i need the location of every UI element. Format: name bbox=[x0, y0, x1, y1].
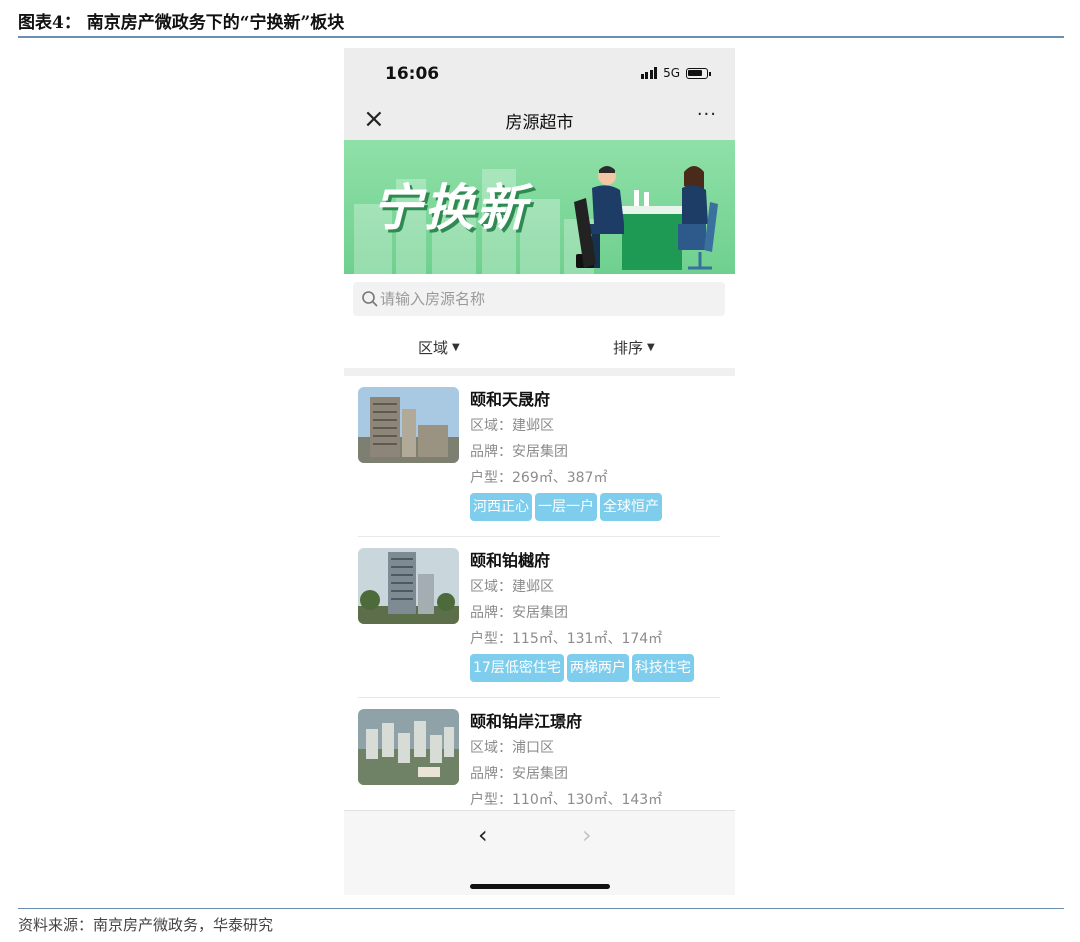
tag-group: 17层低密住宅 两梯两户 科技住宅 bbox=[470, 654, 720, 682]
banner[interactable]: 宁换新 bbox=[344, 140, 735, 274]
feature-tag: 两梯两户 bbox=[566, 654, 629, 682]
back-button[interactable]: ‹ bbox=[478, 821, 488, 849]
list-item[interactable]: 颐和铂樾府 区域：建邺区 品牌：安居集团 户型：115㎡、131㎡、174㎡ 1… bbox=[358, 548, 720, 698]
listing-layout: 户型：269㎡、387㎡ bbox=[470, 470, 608, 486]
caret-down-icon: ▼ bbox=[452, 342, 460, 353]
caret-down-icon: ▼ bbox=[647, 342, 655, 353]
feature-tag: 一层一户 bbox=[535, 493, 597, 521]
listing-district: 区域：浦口区 bbox=[470, 740, 554, 756]
property-image bbox=[358, 387, 459, 463]
listing-brand: 品牌：安居集团 bbox=[470, 605, 568, 621]
property-image bbox=[358, 548, 459, 624]
home-indicator[interactable] bbox=[470, 884, 610, 889]
network-label: 5G bbox=[663, 66, 680, 80]
list-divider bbox=[358, 536, 720, 537]
status-time: 16:06 bbox=[385, 64, 440, 84]
tag-group: 河西正心 一层一户 全球恒产 bbox=[470, 493, 720, 521]
listing-district: 区域：建邺区 bbox=[470, 579, 554, 595]
source-note: 资料来源：南京房产微政务，华泰研究 bbox=[18, 916, 274, 934]
battery-icon bbox=[686, 67, 711, 79]
sort-filter-label: 排序 bbox=[613, 339, 644, 357]
listing-name: 颐和铂樾府 bbox=[470, 551, 551, 570]
list-divider bbox=[358, 697, 720, 698]
status-bar: 16:06 5G bbox=[344, 48, 735, 98]
search-icon bbox=[362, 291, 378, 307]
search-input[interactable] bbox=[380, 282, 710, 316]
feature-tag: 全球恒产 bbox=[600, 493, 662, 521]
bottom-nav-bar: ‹ › bbox=[344, 810, 735, 895]
region-filter[interactable]: 区域 ▼ bbox=[418, 337, 460, 358]
signal-icon bbox=[640, 67, 658, 79]
bottom-rule bbox=[18, 908, 1064, 909]
list-item[interactable]: 颐和铂岸江璟府 区域：浦口区 品牌：安居集团 户型：110㎡、130㎡、143㎡ bbox=[358, 709, 720, 809]
nav-bar: × 房源超市 ··· bbox=[344, 98, 735, 140]
page-title: 房源超市 bbox=[505, 113, 574, 133]
region-filter-label: 区域 bbox=[418, 339, 449, 357]
top-rule bbox=[18, 36, 1064, 38]
sort-filter[interactable]: 排序 ▼ bbox=[613, 337, 655, 358]
office-illustration bbox=[574, 166, 718, 270]
filter-bar: 区域 ▼ 排序 ▼ bbox=[344, 328, 735, 366]
forward-button[interactable]: › bbox=[582, 821, 592, 849]
listing-layout: 户型：115㎡、131㎡、174㎡ bbox=[470, 631, 663, 647]
listing-district: 区域：建邺区 bbox=[470, 418, 554, 434]
listing-name: 颐和铂岸江璟府 bbox=[470, 712, 583, 731]
banner-text: 宁换新 bbox=[372, 179, 528, 237]
listing-brand: 品牌：安居集团 bbox=[470, 766, 568, 782]
phone-screen: 16:06 5G × 房源超市 ··· 宁换新 请输入房源名称 区域 ▼ 排序 … bbox=[344, 48, 735, 895]
section-divider bbox=[344, 368, 735, 376]
feature-tag: 17层低密住宅 bbox=[470, 654, 564, 682]
more-icon[interactable]: ··· bbox=[697, 104, 717, 125]
feature-tag: 科技住宅 bbox=[631, 654, 694, 682]
listing-name: 颐和天晟府 bbox=[470, 390, 551, 409]
list-item[interactable]: 颐和天晟府 区域：建邺区 品牌：安居集团 户型：269㎡、387㎡ 河西正心 一… bbox=[358, 387, 720, 537]
listing-brand: 品牌：安居集团 bbox=[470, 444, 568, 460]
status-indicators: 5G bbox=[640, 66, 711, 80]
search-bar[interactable] bbox=[353, 282, 725, 316]
property-image bbox=[358, 709, 459, 785]
feature-tag: 河西正心 bbox=[470, 493, 532, 521]
figure-title: 图表4： 南京房产微政务下的“宁换新”板块 bbox=[18, 13, 345, 33]
